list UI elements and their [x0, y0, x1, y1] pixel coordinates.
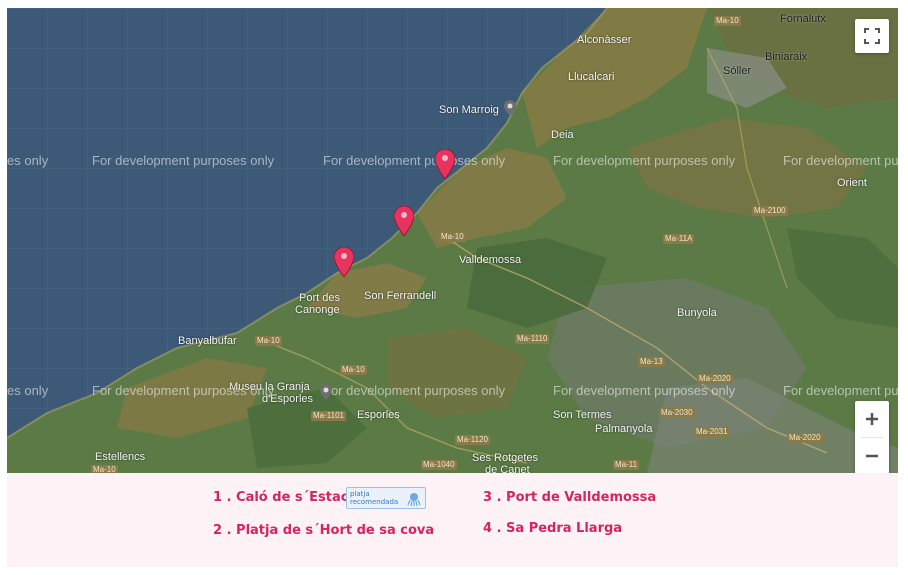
place-label: Son Termes [553, 409, 612, 421]
legend-item-2[interactable]: 2 . Platja de s´Hort de sa cova [213, 523, 434, 538]
place-label: Ses Rotgetes [472, 452, 539, 464]
place-label: Llucalcari [568, 71, 615, 83]
zoom-in-button[interactable] [855, 401, 889, 437]
road-shield: Ma-11A [663, 234, 695, 244]
poi-pin-icon[interactable] [504, 100, 516, 116]
road-shield: Ma-10 [91, 465, 118, 473]
place-label: Canonge [295, 304, 340, 316]
recommended-beach-badge: platja recomendada [346, 487, 426, 509]
place-label: Orient [837, 177, 867, 189]
road-shield: Ma-2020 [697, 374, 733, 384]
legend-item-3[interactable]: 3 . Port de Valldemossa [483, 490, 656, 505]
road-shield: Ma-2031 [694, 427, 730, 437]
road-shield: Ma-2100 [752, 206, 788, 216]
minus-icon [866, 454, 878, 458]
road-shield: Ma-2030 [659, 408, 695, 418]
road-shield: Ma-11 [613, 460, 640, 470]
place-label: Valldemossa [459, 254, 522, 266]
place-label: Son Ferrandell [364, 290, 437, 302]
beach-marker-icon[interactable] [334, 247, 354, 277]
place-label: de Canet [485, 464, 530, 473]
poi-pin-icon[interactable] [320, 384, 332, 400]
road-shield: Ma-10 [714, 16, 741, 26]
place-label: Biniaraix [765, 51, 808, 63]
road-shield: Ma-1040 [421, 460, 457, 470]
road-shield: Ma-1101 [311, 411, 346, 421]
place-label: Estellencs [95, 451, 146, 463]
place-label: Fornalutx [780, 13, 826, 25]
beach-marker-icon[interactable] [435, 149, 455, 179]
road-shield: Ma-10 [340, 365, 367, 375]
beach-marker-icon[interactable] [394, 206, 414, 236]
fullscreen-button[interactable] [855, 19, 889, 53]
place-label: Son Marroig [439, 104, 499, 116]
road-shield: Ma-13 [638, 357, 665, 367]
road-shield: Ma-10 [255, 336, 282, 346]
road-shield: Ma-1110 [515, 334, 550, 344]
octopus-icon [407, 493, 421, 507]
map-canvas[interactable]: es only For development purposes only Fo… [7, 8, 898, 473]
place-label: Banyalbufar [178, 335, 237, 347]
plus-icon [866, 413, 878, 425]
road-shield: Ma-10 [439, 232, 466, 242]
legend-item-1[interactable]: 1 . Caló de s´Estaca [213, 490, 357, 505]
place-label: Palmanyola [595, 423, 653, 435]
place-label: Sóller [723, 65, 752, 77]
road-shield: Ma-1120 [455, 435, 490, 445]
legend-item-4[interactable]: 4 . Sa Pedra Llarga [483, 521, 622, 536]
place-label: Museu la Granja [229, 381, 310, 393]
place-label: Bunyola [677, 307, 717, 319]
fullscreen-icon [864, 28, 880, 44]
place-label: Port des [299, 292, 340, 304]
zoom-out-button[interactable] [855, 438, 889, 473]
place-label: d'Esporles [262, 393, 314, 405]
zoom-control [855, 401, 889, 473]
beach-legend: 1 . Caló de s´Estaca platja recomendada … [7, 473, 898, 567]
place-label: Alconàsser [577, 34, 632, 46]
place-label: Deia [551, 129, 574, 141]
place-label: Esporles [357, 409, 400, 421]
road-shield: Ma-2020 [787, 433, 823, 443]
